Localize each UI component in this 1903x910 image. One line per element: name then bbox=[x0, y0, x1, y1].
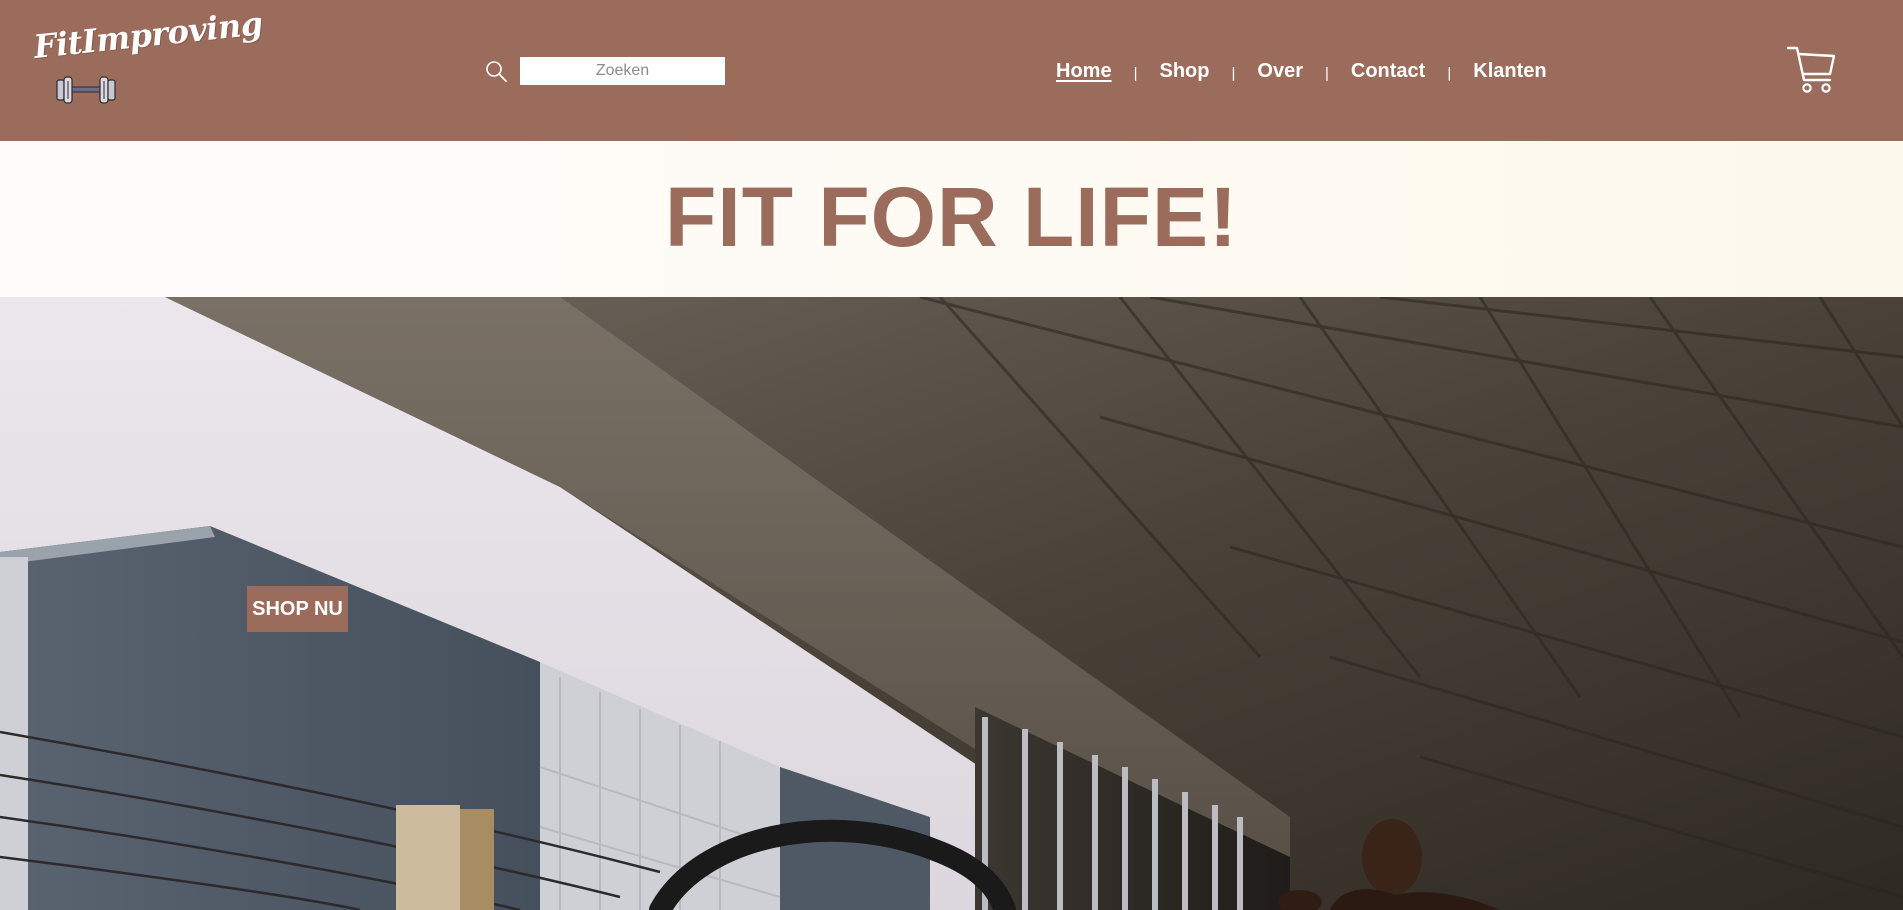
tagline-band: FIT FOR LIFE! bbox=[0, 141, 1903, 297]
nav-separator: | bbox=[1324, 64, 1329, 82]
nav-item-contact[interactable]: Contact bbox=[1351, 60, 1425, 83]
hero-section: SHOP NU bbox=[0, 297, 1903, 910]
search-icon[interactable] bbox=[484, 59, 508, 83]
nav-separator: | bbox=[1133, 64, 1138, 82]
nav-item-over[interactable]: Over bbox=[1257, 60, 1303, 83]
dumbbell-icon bbox=[56, 76, 116, 104]
page-title: FIT FOR LIFE! bbox=[665, 170, 1238, 264]
logo-text: FitImproving bbox=[32, 4, 265, 66]
nav-separator: | bbox=[1447, 64, 1452, 82]
site-header: FitImproving Home | Shop | Over bbox=[0, 0, 1903, 141]
search-input[interactable] bbox=[520, 57, 725, 85]
logo[interactable]: FitImproving bbox=[32, 4, 264, 110]
cart-icon[interactable] bbox=[1786, 44, 1838, 96]
nav-item-shop[interactable]: Shop bbox=[1159, 60, 1209, 83]
nav-item-home[interactable]: Home bbox=[1056, 60, 1112, 83]
nav-separator: | bbox=[1231, 64, 1236, 82]
nav-item-klanten[interactable]: Klanten bbox=[1473, 60, 1546, 83]
page: FitImproving Home | Shop | Over bbox=[0, 0, 1903, 910]
shop-now-button[interactable]: SHOP NU bbox=[247, 586, 348, 632]
main-nav: Home | Shop | Over | Contact | Klanten bbox=[1056, 58, 1547, 84]
